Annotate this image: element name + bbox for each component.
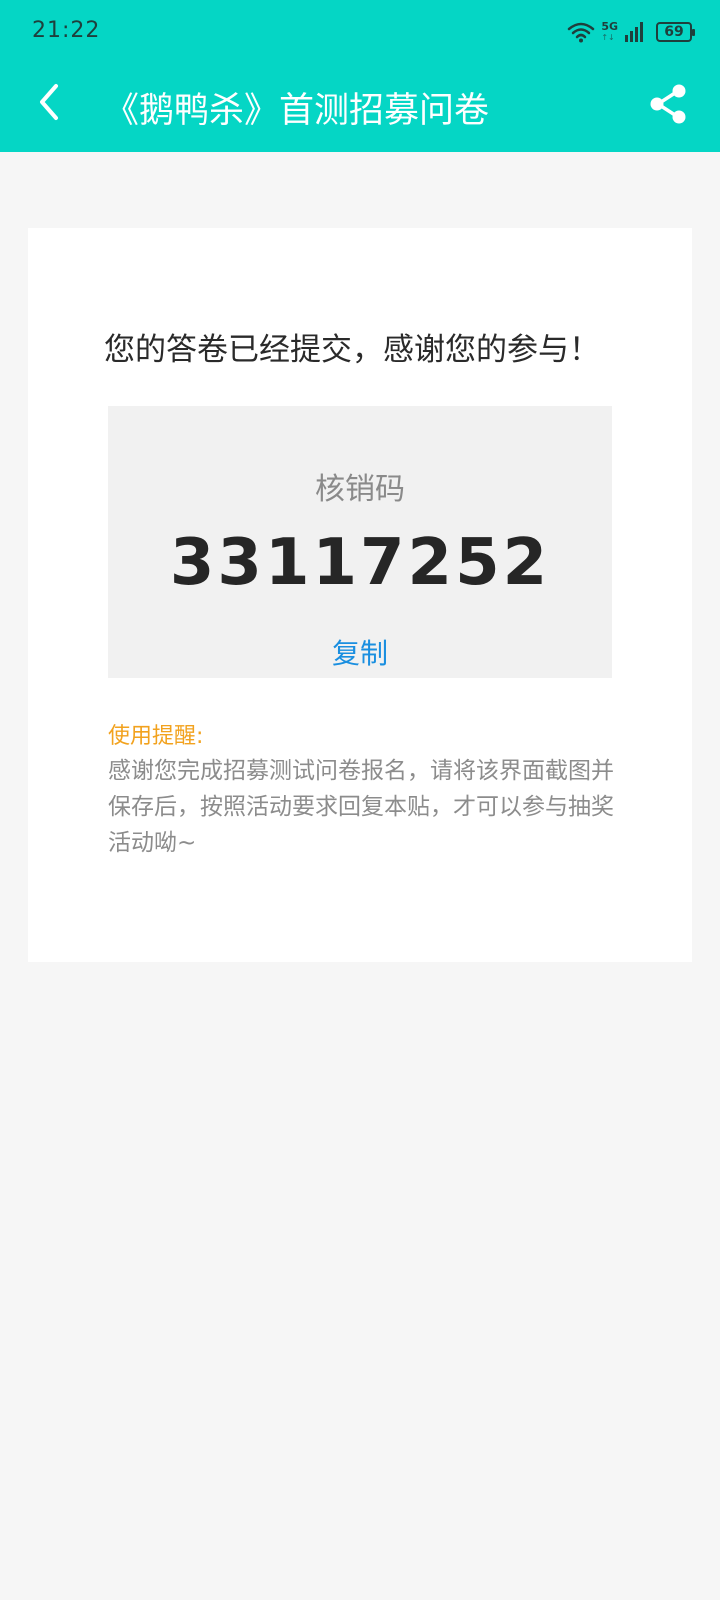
back-button[interactable] — [26, 78, 74, 126]
battery-level: 69 — [664, 24, 684, 40]
share-icon — [650, 84, 686, 124]
app-header: 21:22 5G ↑↓ 69 《鹅鸭杀》首测招募问卷 — [0, 0, 720, 152]
result-card: 您的答卷已经提交，感谢您的参与！ 核销码 33117252 复制 使用提醒: 感… — [28, 228, 692, 962]
code-label: 核销码 — [315, 472, 405, 507]
copy-button[interactable]: 复制 — [310, 632, 410, 672]
battery-icon: 69 — [656, 22, 695, 42]
signal-icon — [625, 22, 643, 42]
network-label: 5G — [601, 20, 618, 33]
status-icons: 5G ↑↓ 69 — [567, 18, 695, 46]
success-message: 您的答卷已经提交，感谢您的参与！ — [104, 332, 600, 368]
share-button[interactable] — [642, 78, 694, 130]
redemption-code-box: 核销码 33117252 复制 — [108, 406, 612, 678]
network-activity: ↑↓ — [601, 33, 615, 42]
reminder-title: 使用提醒: — [108, 724, 204, 749]
page-title: 《鹅鸭杀》首测招募问卷 — [104, 91, 490, 131]
status-bar: 21:22 5G ↑↓ 69 — [0, 0, 720, 64]
reminder-body: 感谢您完成招募测试问卷报名，请将该界面截图并保存后，按照活动要求回复本贴，才可以… — [108, 758, 614, 856]
wifi-icon — [568, 22, 595, 43]
network-type: 5G ↑↓ — [601, 21, 618, 43]
chevron-left-icon — [40, 84, 58, 120]
status-time: 21:22 — [32, 18, 101, 43]
redemption-code: 33117252 — [169, 526, 551, 600]
title-bar: 《鹅鸭杀》首测招募问卷 — [0, 64, 720, 152]
